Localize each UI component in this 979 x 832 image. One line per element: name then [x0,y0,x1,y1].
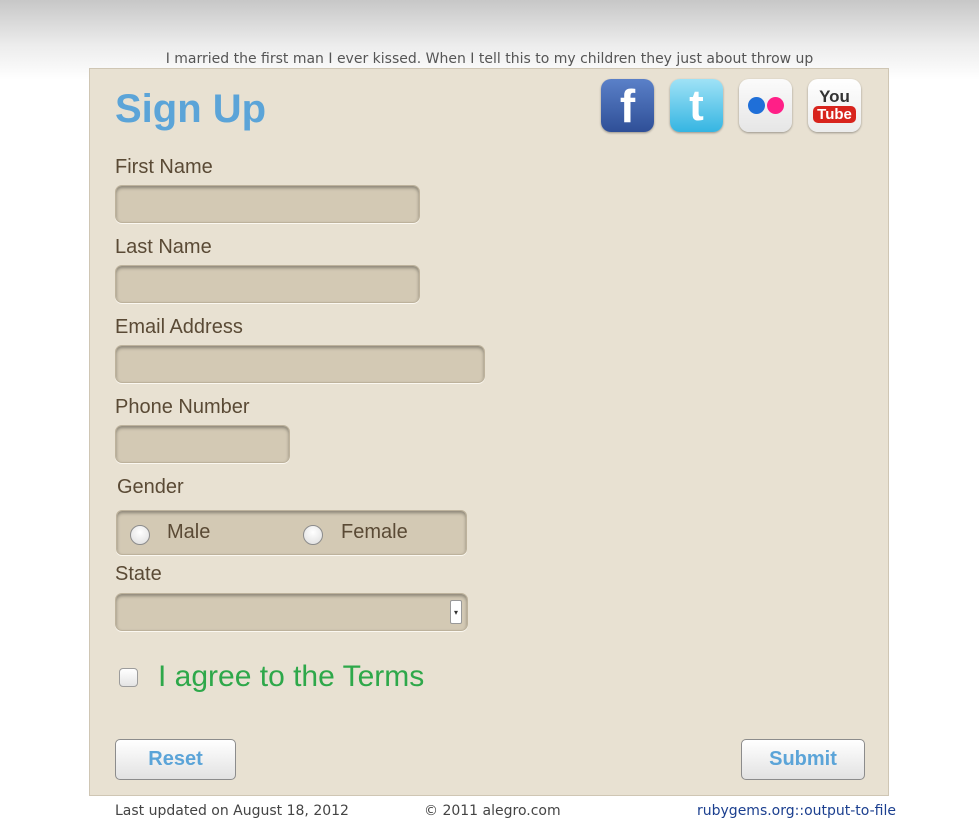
footer-updated: Last updated on August 18, 2012 [115,803,349,819]
email-label: Email Address [115,316,243,338]
flickr-blue-dot [747,97,765,114]
footer-link[interactable]: rubygems.org::output-to-file [697,803,896,819]
twitter-glyph: t [689,80,704,130]
first-name-label: First Name [115,156,213,178]
terms-label[interactable]: I agree to the Terms [158,660,424,694]
signup-card: Sign Up f t You Tube First Name Last Name… [89,68,889,796]
state-label: State [115,563,162,585]
last-name-input[interactable] [115,265,420,303]
youtube-tube-text: Tube [813,106,856,123]
facebook-glyph: f [619,79,636,132]
gender-female-radio[interactable] [303,525,323,545]
last-name-label: Last Name [115,236,212,258]
chevron-down-icon[interactable]: ▾ [450,600,462,624]
youtube-icon[interactable]: You Tube [808,79,861,132]
flickr-icon[interactable] [739,79,792,132]
first-name-input[interactable] [115,185,420,223]
gender-female-label[interactable]: Female [341,521,408,544]
footer-copyright: © 2011 alegro.com [424,803,561,819]
gender-male-label[interactable]: Male [167,521,210,544]
flickr-pink-dot [766,97,784,114]
facebook-icon[interactable]: f [601,79,654,132]
phone-input[interactable] [115,425,290,463]
gender-label: Gender [117,476,184,498]
terms-checkbox[interactable] [119,668,138,687]
email-input[interactable] [115,345,485,383]
page-title: Sign Up [115,87,267,131]
social-links: f t You Tube [601,79,861,132]
header-quote: I married the first man I ever kissed. W… [165,51,814,67]
submit-button[interactable]: Submit [741,739,865,780]
twitter-icon[interactable]: t [670,79,723,132]
phone-label: Phone Number [115,396,250,418]
gender-group: Male Female [116,510,467,555]
reset-button[interactable]: Reset [115,739,236,780]
gender-male-radio[interactable] [130,525,150,545]
state-select[interactable]: ▾ [115,593,468,631]
youtube-you-text: You [819,87,850,106]
